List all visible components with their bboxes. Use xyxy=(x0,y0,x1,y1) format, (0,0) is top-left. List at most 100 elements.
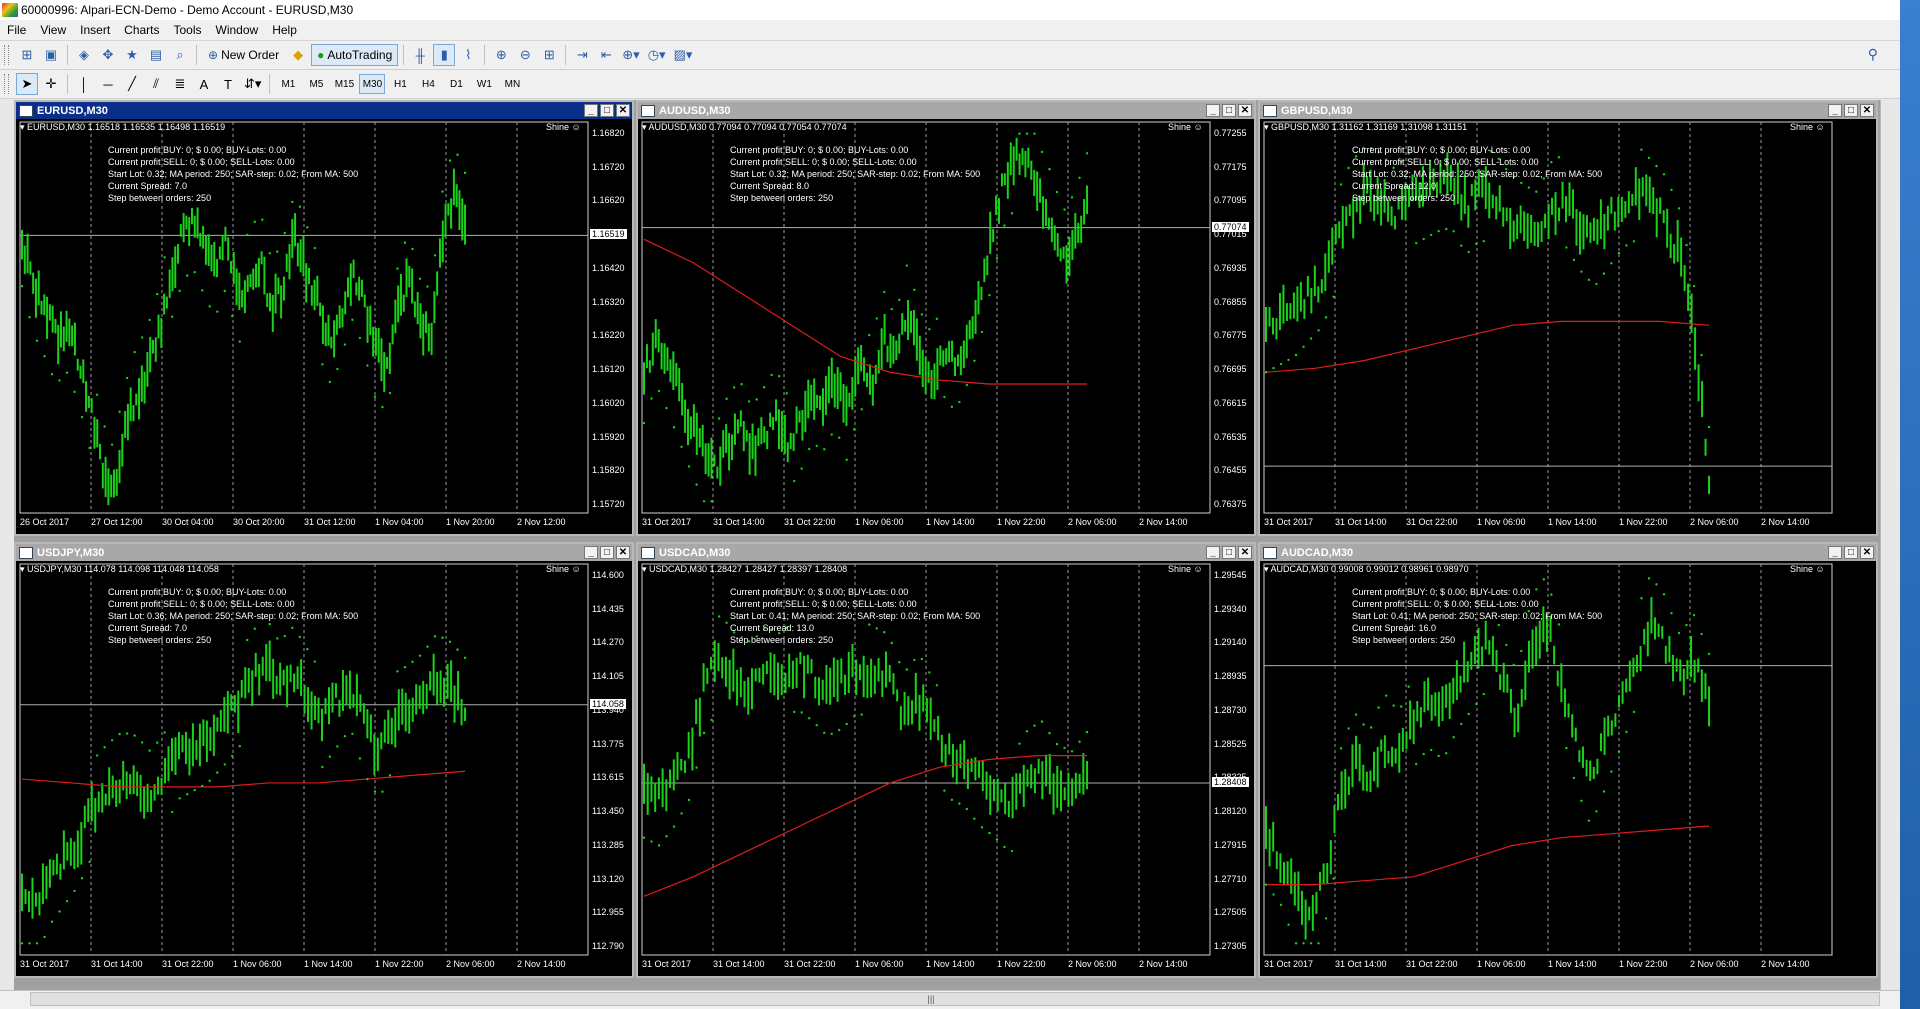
timeframe-m1[interactable]: M1 xyxy=(275,74,301,94)
horizontal-scrollbar[interactable]: ||| xyxy=(30,992,1880,1006)
market-watch-icon[interactable]: ◈ xyxy=(73,44,95,66)
navigator-icon[interactable]: ★ xyxy=(121,44,143,66)
maximize-button[interactable]: □ xyxy=(1222,546,1236,559)
new-chart-icon[interactable]: ⊞ xyxy=(16,44,38,66)
timeframe-d1[interactable]: D1 xyxy=(443,74,469,94)
bar-chart-icon[interactable]: ╫ xyxy=(409,44,431,66)
indicators-icon[interactable]: ⊕▾ xyxy=(619,44,642,66)
minimize-button[interactable]: _ xyxy=(1206,546,1220,559)
toolbar-grip[interactable] xyxy=(4,74,9,94)
chart-shift-icon[interactable]: ⇤ xyxy=(595,44,617,66)
profiles-icon[interactable]: ▣ xyxy=(40,44,62,66)
sar-dot xyxy=(980,330,984,334)
chart-area[interactable]: ▾ AUDUSD,M30 0.77094 0.77094 0.77054 0.7… xyxy=(638,119,1254,534)
autotrading-button[interactable]: ● AutoTrading xyxy=(311,44,399,66)
menu-help[interactable]: Help xyxy=(265,23,304,37)
chart-area[interactable]: ▾ USDCAD,M30 1.28427 1.28427 1.28397 1.2… xyxy=(638,561,1254,976)
chart-window[interactable]: AUDUSD,M30 _ □ ✕ ▾ AUDUSD,M30 0.77094 0.7709… xyxy=(636,100,1256,536)
ea-status-line: Current Spread: 8.0 xyxy=(730,181,810,191)
chart-title-bar[interactable]: USDJPY,M30 _ □ ✕ xyxy=(16,544,632,561)
chart-title-bar[interactable]: USDCAD,M30 _ □ ✕ xyxy=(638,544,1254,561)
chart-title-bar[interactable]: AUDUSD,M30 _ □ ✕ xyxy=(638,102,1254,119)
maximize-button[interactable]: □ xyxy=(1844,104,1858,117)
timeframe-mn[interactable]: MN xyxy=(499,74,525,94)
expert-advisor-label[interactable]: Shine ☺ xyxy=(546,122,581,132)
chart-area[interactable]: ▾ AUDCAD,M30 0.99008 0.99012 0.98961 0.9… xyxy=(1260,561,1876,976)
maximize-button[interactable]: □ xyxy=(600,104,614,117)
minimize-button[interactable]: _ xyxy=(584,546,598,559)
metaeditor-icon[interactable]: ◆ xyxy=(287,44,309,66)
chart-title-bar[interactable]: GBPUSD,M30 _ □ ✕ xyxy=(1260,102,1876,119)
fibonacci-icon[interactable]: ≣ xyxy=(169,73,191,95)
new-order-button[interactable]: ⊕ New Order xyxy=(202,44,285,66)
expert-advisor-label[interactable]: Shine ☺ xyxy=(1168,122,1203,132)
scrollbar-thumb[interactable]: ||| xyxy=(911,994,951,1004)
timeframe-h1[interactable]: H1 xyxy=(387,74,413,94)
maximize-button[interactable]: □ xyxy=(1222,104,1236,117)
sar-dot xyxy=(58,910,61,913)
equidistant-channel-icon[interactable]: ⫽ xyxy=(145,73,167,95)
menu-view[interactable]: View xyxy=(33,23,73,37)
trendline-icon[interactable]: ╱ xyxy=(121,73,143,95)
chart-title-bar[interactable]: EURUSD,M30 _ □ ✕ xyxy=(16,102,632,119)
menu-charts[interactable]: Charts xyxy=(117,23,166,37)
templates-icon[interactable]: ▨▾ xyxy=(671,44,696,66)
close-button[interactable]: ✕ xyxy=(616,104,630,117)
vertical-line-icon[interactable]: │ xyxy=(73,73,95,95)
candlestick-icon[interactable]: ▮ xyxy=(433,44,456,66)
menu-file[interactable]: File xyxy=(0,23,33,37)
chart-area[interactable]: ▾ GBPUSD,M30 1.31162 1.31169 1.31098 1.3… xyxy=(1260,119,1876,534)
timeframe-w1[interactable]: W1 xyxy=(471,74,497,94)
chart-window[interactable]: GBPUSD,M30 _ □ ✕ ▾ GBPUSD,M30 1.31162 1.3116… xyxy=(1258,100,1878,536)
chart-title-bar[interactable]: AUDCAD,M30 _ □ ✕ xyxy=(1260,544,1876,561)
autoscroll-icon[interactable]: ⇥ xyxy=(571,44,593,66)
terminal-icon[interactable]: ▤ xyxy=(145,44,167,66)
timeframe-m5[interactable]: M5 xyxy=(303,74,329,94)
vertical-scrollbar[interactable] xyxy=(1880,100,1897,990)
sar-dot xyxy=(381,790,384,793)
menu-tools[interactable]: Tools xyxy=(167,23,209,37)
chart-window[interactable]: USDCAD,M30 _ □ ✕ ▾ USDCAD,M30 1.28427 1.2842… xyxy=(636,542,1256,978)
arrows-icon[interactable]: ⇵▾ xyxy=(241,73,264,95)
sar-dot xyxy=(1670,611,1673,615)
text-icon[interactable]: A xyxy=(193,73,215,95)
text-label-icon[interactable]: T xyxy=(217,73,239,95)
strategy-tester-icon[interactable]: ⌕ xyxy=(169,44,191,66)
expert-advisor-label[interactable]: Shine ☺ xyxy=(1168,564,1203,574)
crosshair-icon[interactable]: ✛ xyxy=(40,73,62,95)
maximize-button[interactable]: □ xyxy=(600,546,614,559)
cursor-icon[interactable]: ➤ xyxy=(16,73,38,95)
close-button[interactable]: ✕ xyxy=(1860,104,1874,117)
search-icon[interactable]: ⚲ xyxy=(1868,46,1878,63)
minimize-button[interactable]: _ xyxy=(1206,104,1220,117)
data-window-icon[interactable]: ✥ xyxy=(97,44,119,66)
expert-advisor-label[interactable]: Shine ☺ xyxy=(1790,564,1825,574)
minimize-button[interactable]: _ xyxy=(1828,546,1842,559)
chart-window[interactable]: EURUSD,M30 _ □ ✕ ▾ EURUSD,M30 1.16518 1.1653… xyxy=(14,100,634,536)
maximize-button[interactable]: □ xyxy=(1844,546,1858,559)
close-button[interactable]: ✕ xyxy=(1238,546,1252,559)
close-button[interactable]: ✕ xyxy=(1238,104,1252,117)
timeframe-h4[interactable]: H4 xyxy=(415,74,441,94)
timeframe-m30[interactable]: M30 xyxy=(359,74,386,94)
chart-area[interactable]: ▾ EURUSD,M30 1.16518 1.16535 1.16498 1.1… xyxy=(16,119,632,534)
minimize-button[interactable]: _ xyxy=(1828,104,1842,117)
toolbar-grip[interactable] xyxy=(4,45,9,65)
tile-windows-icon[interactable]: ⊞ xyxy=(538,44,560,66)
zoom-out-icon[interactable]: ⊖ xyxy=(514,44,536,66)
expert-advisor-label[interactable]: Shine ☺ xyxy=(546,564,581,574)
zoom-in-icon[interactable]: ⊕ xyxy=(490,44,512,66)
close-button[interactable]: ✕ xyxy=(616,546,630,559)
menu-insert[interactable]: Insert xyxy=(73,23,117,37)
chart-window[interactable]: USDJPY,M30 _ □ ✕ ▾ USDJPY,M30 114.078 114.09… xyxy=(14,542,634,978)
chart-area[interactable]: ▾ USDJPY,M30 114.078 114.098 114.048 114… xyxy=(16,561,632,976)
minimize-button[interactable]: _ xyxy=(584,104,598,117)
line-chart-icon[interactable]: ⌇ xyxy=(457,44,479,66)
close-button[interactable]: ✕ xyxy=(1860,546,1874,559)
chart-window[interactable]: AUDCAD,M30 _ □ ✕ ▾ AUDCAD,M30 0.99008 0.9901… xyxy=(1258,542,1878,978)
horizontal-line-icon[interactable]: ─ xyxy=(97,73,119,95)
timeframe-m15[interactable]: M15 xyxy=(331,74,357,94)
menu-window[interactable]: Window xyxy=(209,23,266,37)
periods-icon[interactable]: ◷▾ xyxy=(645,44,669,66)
expert-advisor-label[interactable]: Shine ☺ xyxy=(1790,122,1825,132)
